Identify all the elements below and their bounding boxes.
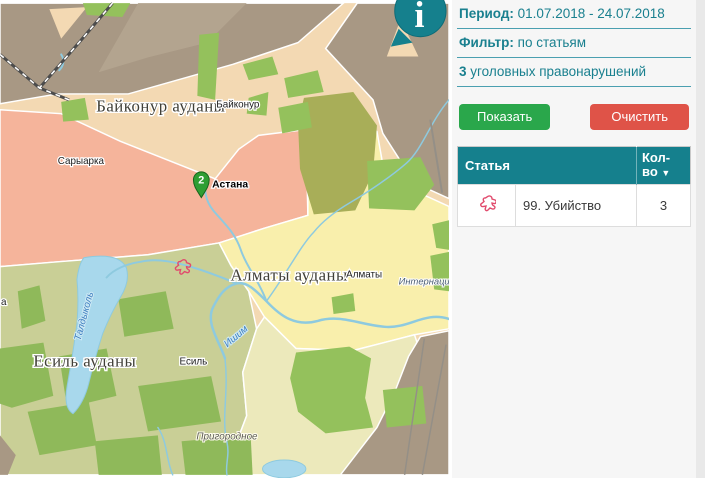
- articles-table: Статья Кол-во ▼ 99. Убийство 3: [457, 146, 691, 227]
- district-label: Есиль ауданы: [33, 351, 136, 370]
- count-row: 3 уголовных правонарушений: [457, 58, 691, 87]
- filter-value: по статьям: [518, 35, 586, 50]
- place-label: Есиль: [180, 356, 208, 367]
- info-icon: i: [414, 0, 424, 35]
- violations-count-text: уголовных правонарушений: [470, 64, 646, 79]
- filter-panel: Период: 01.07.2018 - 24.07.2018 Фильтр: …: [452, 0, 705, 478]
- place-label: Алматы: [346, 269, 382, 280]
- district-label: Байконур ауданы: [96, 97, 225, 116]
- column-header-article[interactable]: Статья: [458, 147, 637, 185]
- period-row: Период: 01.07.2018 - 24.07.2018: [457, 0, 691, 29]
- period-value: 01.07.2018 - 24.07.2018: [518, 6, 665, 21]
- place-label: Сарыарка: [58, 156, 105, 167]
- show-button[interactable]: Показать: [459, 104, 550, 130]
- table-header-row: Статья Кол-во ▼: [458, 147, 691, 185]
- action-buttons: Показать Очистить: [457, 104, 691, 130]
- sort-desc-icon: ▼: [661, 168, 670, 178]
- article-icon-cell: [458, 185, 516, 227]
- column-header-count[interactable]: Кол-во ▼: [637, 147, 691, 185]
- area-label: Интернацио: [399, 276, 449, 286]
- place-label: Байконур: [216, 100, 260, 111]
- article-name-cell: 99. Убийство: [516, 185, 637, 227]
- svg-text:2: 2: [198, 175, 204, 187]
- place-label: а: [1, 297, 7, 308]
- district-label: Алматы ауданы: [230, 265, 347, 284]
- clear-button[interactable]: Очистить: [590, 104, 689, 130]
- article-count-cell: 3: [637, 185, 691, 227]
- filter-label: Фильтр:: [459, 35, 514, 50]
- city-label: Астана: [212, 180, 248, 191]
- violations-count: 3: [459, 64, 467, 79]
- crime-map-app: 2 Байконур ауданы Алматы ауданы Есиль ау…: [0, 0, 705, 478]
- filter-row: Фильтр: по статьям: [457, 29, 691, 58]
- scrollbar-track[interactable]: [696, 0, 705, 478]
- area-label: Пригородное: [196, 431, 258, 442]
- period-label: Период:: [459, 6, 514, 21]
- table-row[interactable]: 99. Убийство 3: [458, 185, 691, 227]
- map-canvas[interactable]: 2 Байконур ауданы Алматы ауданы Есиль ау…: [0, 0, 452, 478]
- body-outline-icon: [478, 195, 496, 213]
